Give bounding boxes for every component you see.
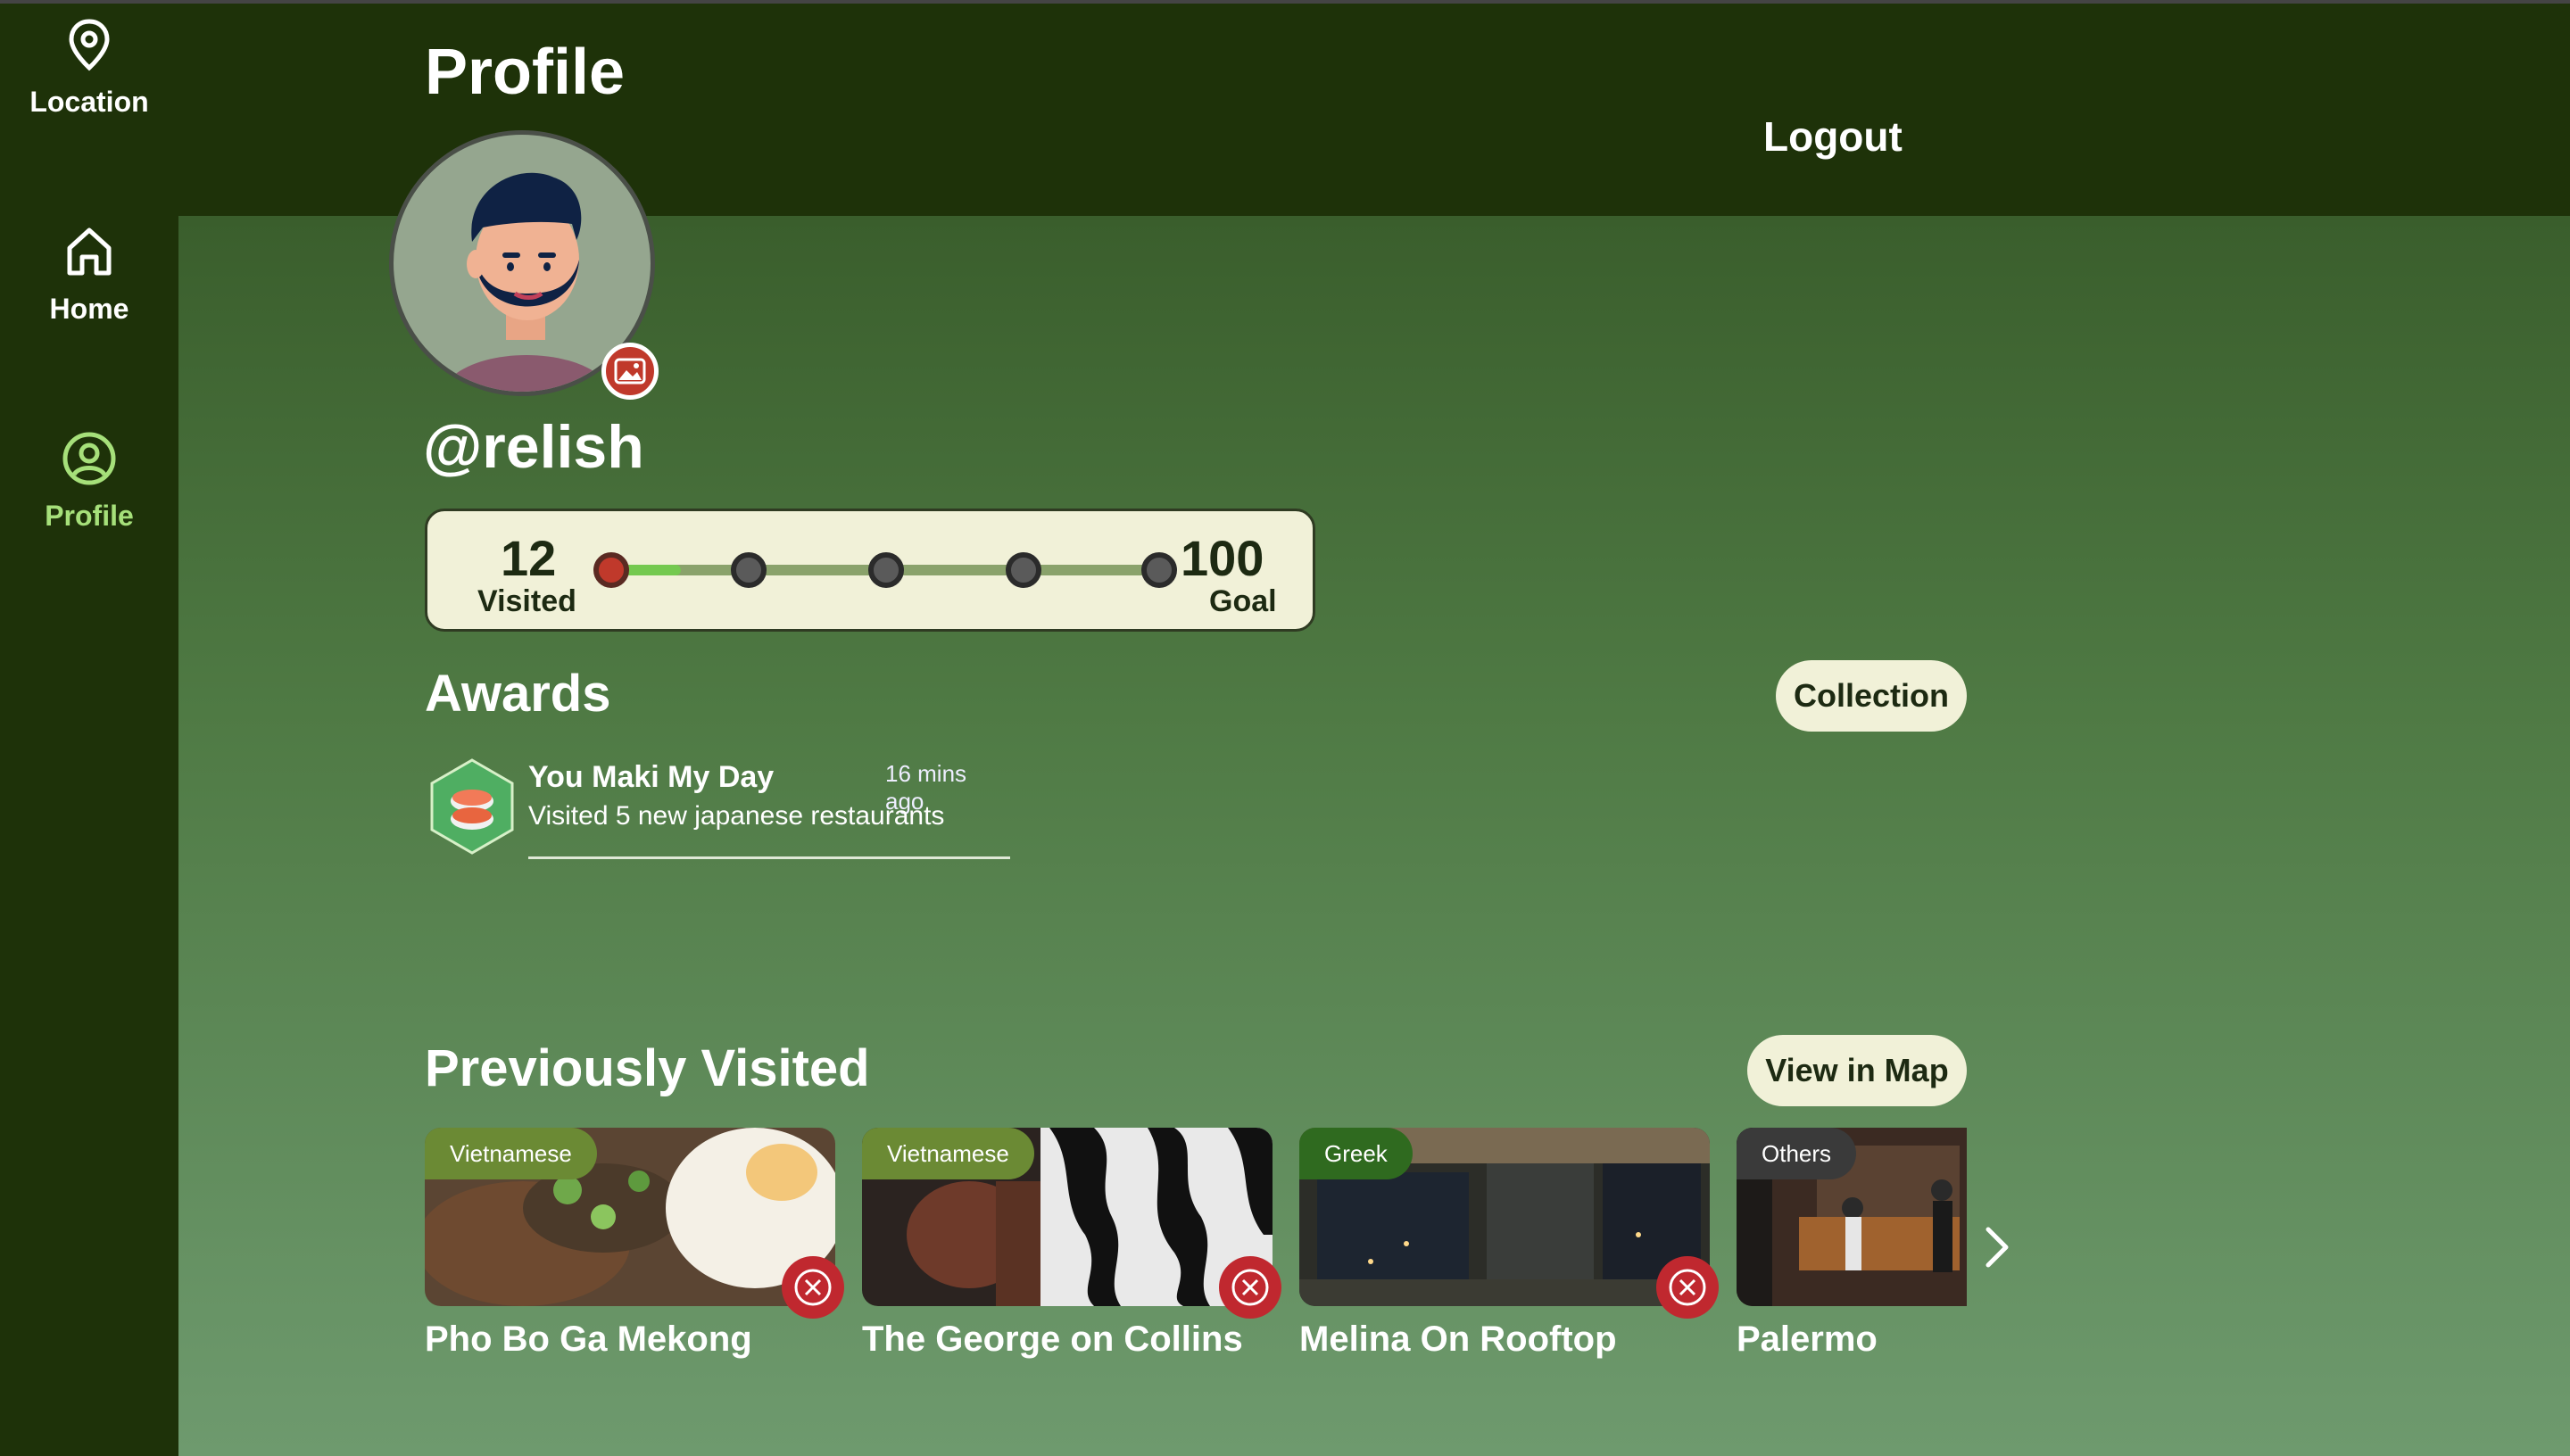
page-title: Profile [425, 37, 626, 108]
visited-card[interactable]: Greek Melina On Rooftop [1299, 1128, 1710, 1360]
view-in-map-button[interactable]: View in Map [1747, 1035, 1967, 1106]
restaurant-photo: Greek [1299, 1128, 1710, 1306]
close-circle-icon [1231, 1269, 1269, 1306]
sidebar-item-profile[interactable]: Profile [0, 430, 178, 533]
restaurant-photo: Vietnamese [425, 1128, 835, 1306]
award-description: Visited 5 new japanese restaurants [528, 801, 945, 831]
cuisine-tag: Vietnamese [425, 1128, 597, 1179]
visited-count: 12 [501, 530, 557, 586]
visited-label: Visited [477, 584, 576, 618]
remove-visit-button[interactable] [782, 1256, 844, 1319]
sidebar-item-label: Profile [45, 500, 134, 532]
sidebar-item-label: Home [49, 293, 129, 325]
sidebar-nav: Location Home Profile [0, 4, 178, 1456]
cuisine-tag: Others [1737, 1128, 1857, 1179]
progress-milestone [1006, 552, 1041, 588]
user-circle-icon [62, 432, 116, 485]
remove-visit-button[interactable] [1656, 1256, 1719, 1319]
remove-visit-button[interactable] [1219, 1256, 1281, 1319]
map-pin-icon [69, 19, 110, 71]
progress-milestone [731, 552, 767, 588]
sushi-badge-icon [430, 758, 514, 855]
award-item[interactable]: You Maki My Day 16 mins ago Visited 5 ne… [428, 755, 1010, 862]
restaurant-photo: Vietnamese [862, 1128, 1273, 1306]
previously-visited-title: Previously Visited [425, 1039, 870, 1097]
collection-button[interactable]: Collection [1776, 660, 1967, 732]
restaurant-name: The George on Collins [862, 1320, 1243, 1359]
restaurant-photo: Others [1737, 1128, 1967, 1306]
restaurant-name: Pho Bo Ga Mekong [425, 1320, 752, 1359]
goal-label: Goal [1209, 584, 1277, 618]
cuisine-tag: Vietnamese [862, 1128, 1034, 1179]
progress-marker-current [593, 552, 629, 588]
restaurant-name: Melina On Rooftop [1299, 1320, 1617, 1359]
goal-count: 100 [1181, 530, 1264, 586]
visited-card[interactable]: Vietnamese Pho Bo Ga Mekong [425, 1128, 835, 1360]
close-circle-icon [794, 1269, 832, 1306]
close-circle-icon [1669, 1269, 1706, 1306]
chevron-right-icon[interactable] [1979, 1222, 2015, 1272]
logout-button[interactable]: Logout [1763, 112, 1903, 161]
sidebar-item-home[interactable]: Home [0, 223, 178, 326]
sidebar-item-label: Location [29, 86, 149, 118]
award-name: You Maki My Day [528, 760, 775, 794]
home-icon [67, 228, 112, 276]
visit-progress-card: 12 Visited 100 Goal [425, 509, 1315, 632]
visited-card[interactable]: Vietnamese The George on Collins [862, 1128, 1273, 1360]
change-photo-button[interactable] [601, 343, 659, 400]
awards-title: Awards [425, 665, 611, 723]
divider [528, 856, 1010, 859]
sidebar-item-location[interactable]: Location [0, 16, 178, 119]
cuisine-tag: Greek [1299, 1128, 1413, 1179]
username: @relish [423, 413, 644, 481]
restaurant-name: Palermo [1737, 1320, 1878, 1359]
progress-milestone-goal [1141, 552, 1177, 588]
image-icon [614, 358, 646, 385]
progress-milestone [868, 552, 904, 588]
visited-card[interactable]: Others Palermo [1737, 1128, 1967, 1360]
